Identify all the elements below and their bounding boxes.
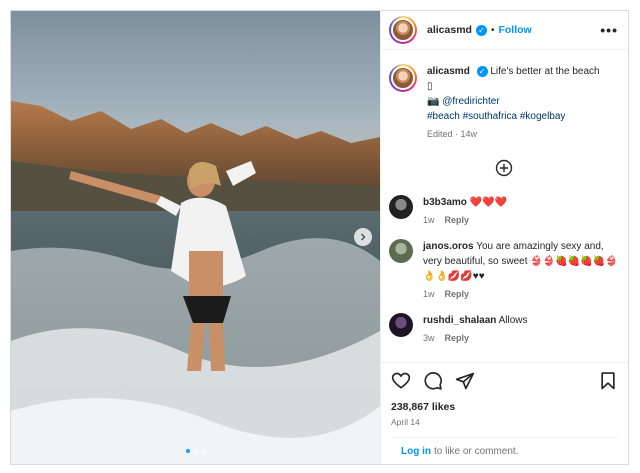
login-prompt: Log in to like or comment. bbox=[391, 437, 618, 464]
hashtag-links[interactable]: #beach #southafrica #kogelbay bbox=[427, 111, 565, 122]
post-header: alicasmd ✓ • Follow ••• bbox=[381, 11, 628, 50]
commenter-avatar[interactable] bbox=[389, 239, 413, 263]
author-avatar[interactable] bbox=[389, 16, 417, 44]
separator: • bbox=[490, 24, 495, 36]
reply-button[interactable]: Reply bbox=[445, 215, 470, 225]
view-more-comments-button[interactable] bbox=[389, 159, 618, 177]
login-suffix: to like or comment. bbox=[434, 445, 519, 457]
reply-button[interactable]: Reply bbox=[445, 333, 470, 343]
caption-text: Life's better at the beach bbox=[490, 66, 600, 77]
more-options-button[interactable]: ••• bbox=[600, 22, 618, 38]
comment-username[interactable]: rushdi_shalaan bbox=[423, 315, 496, 326]
plus-circle-icon bbox=[495, 159, 512, 177]
mention-link[interactable]: @fredirichter bbox=[442, 96, 499, 107]
carousel-dot bbox=[185, 449, 190, 453]
verified-badge-icon: ✓ bbox=[475, 24, 487, 36]
beach-photo bbox=[11, 11, 380, 464]
post-media[interactable] bbox=[11, 11, 380, 464]
caption-meta: Edited · 14w bbox=[427, 129, 478, 139]
login-link[interactable]: Log in bbox=[401, 446, 431, 457]
caption-tofu: ▯ bbox=[427, 81, 433, 92]
comment-time: 3w bbox=[423, 333, 435, 343]
camera-icon: 📷 bbox=[427, 96, 440, 107]
comment-time: 1w bbox=[423, 289, 435, 299]
carousel-dot bbox=[193, 449, 198, 453]
next-slide-button[interactable] bbox=[354, 228, 372, 246]
carousel-dots bbox=[11, 449, 380, 453]
post-frame: alicasmd ✓ • Follow ••• alicasmd ✓ Life'… bbox=[10, 10, 629, 465]
comment-username[interactable]: janos.oros bbox=[423, 241, 474, 252]
comment-icon[interactable] bbox=[423, 371, 443, 391]
share-icon[interactable] bbox=[455, 371, 475, 391]
comment-item: janos.oros You are amazingly sexy and, v… bbox=[389, 239, 618, 299]
bookmark-icon[interactable] bbox=[598, 371, 618, 391]
action-bar: 238,867 likes April 14 Log in to like or… bbox=[381, 362, 628, 464]
author-username[interactable]: alicasmd bbox=[427, 24, 472, 36]
verified-badge-icon: ✓ bbox=[476, 65, 488, 77]
comment-username[interactable]: b3b3amo bbox=[423, 197, 467, 208]
comment-item: rushdi_shalaan Allows 3w Reply bbox=[389, 313, 618, 343]
caption: alicasmd ✓ Life's better at the beach ▯ … bbox=[389, 64, 618, 139]
likes-count[interactable]: 238,867 likes bbox=[391, 401, 618, 413]
post-details-panel: alicasmd ✓ • Follow ••• alicasmd ✓ Life'… bbox=[380, 11, 628, 464]
commenter-avatar[interactable] bbox=[389, 313, 413, 337]
carousel-dot bbox=[201, 449, 206, 453]
chevron-right-icon bbox=[361, 233, 366, 241]
comment-text: ❤️❤️❤️ bbox=[469, 197, 508, 208]
comment-item: b3b3amo ❤️❤️❤️ 1w Reply bbox=[389, 195, 618, 225]
post-date: April 14 bbox=[391, 417, 420, 427]
caption-username[interactable]: alicasmd bbox=[427, 66, 470, 77]
reply-button[interactable]: Reply bbox=[445, 289, 470, 299]
comment-text: Allows bbox=[498, 315, 528, 326]
follow-button[interactable]: Follow bbox=[498, 24, 531, 36]
comment-time: 1w bbox=[423, 215, 435, 225]
caption-avatar[interactable] bbox=[389, 64, 417, 92]
heart-icon[interactable] bbox=[391, 371, 411, 391]
commenter-avatar[interactable] bbox=[389, 195, 413, 219]
comments-scroll[interactable]: alicasmd ✓ Life's better at the beach ▯ … bbox=[381, 50, 628, 362]
